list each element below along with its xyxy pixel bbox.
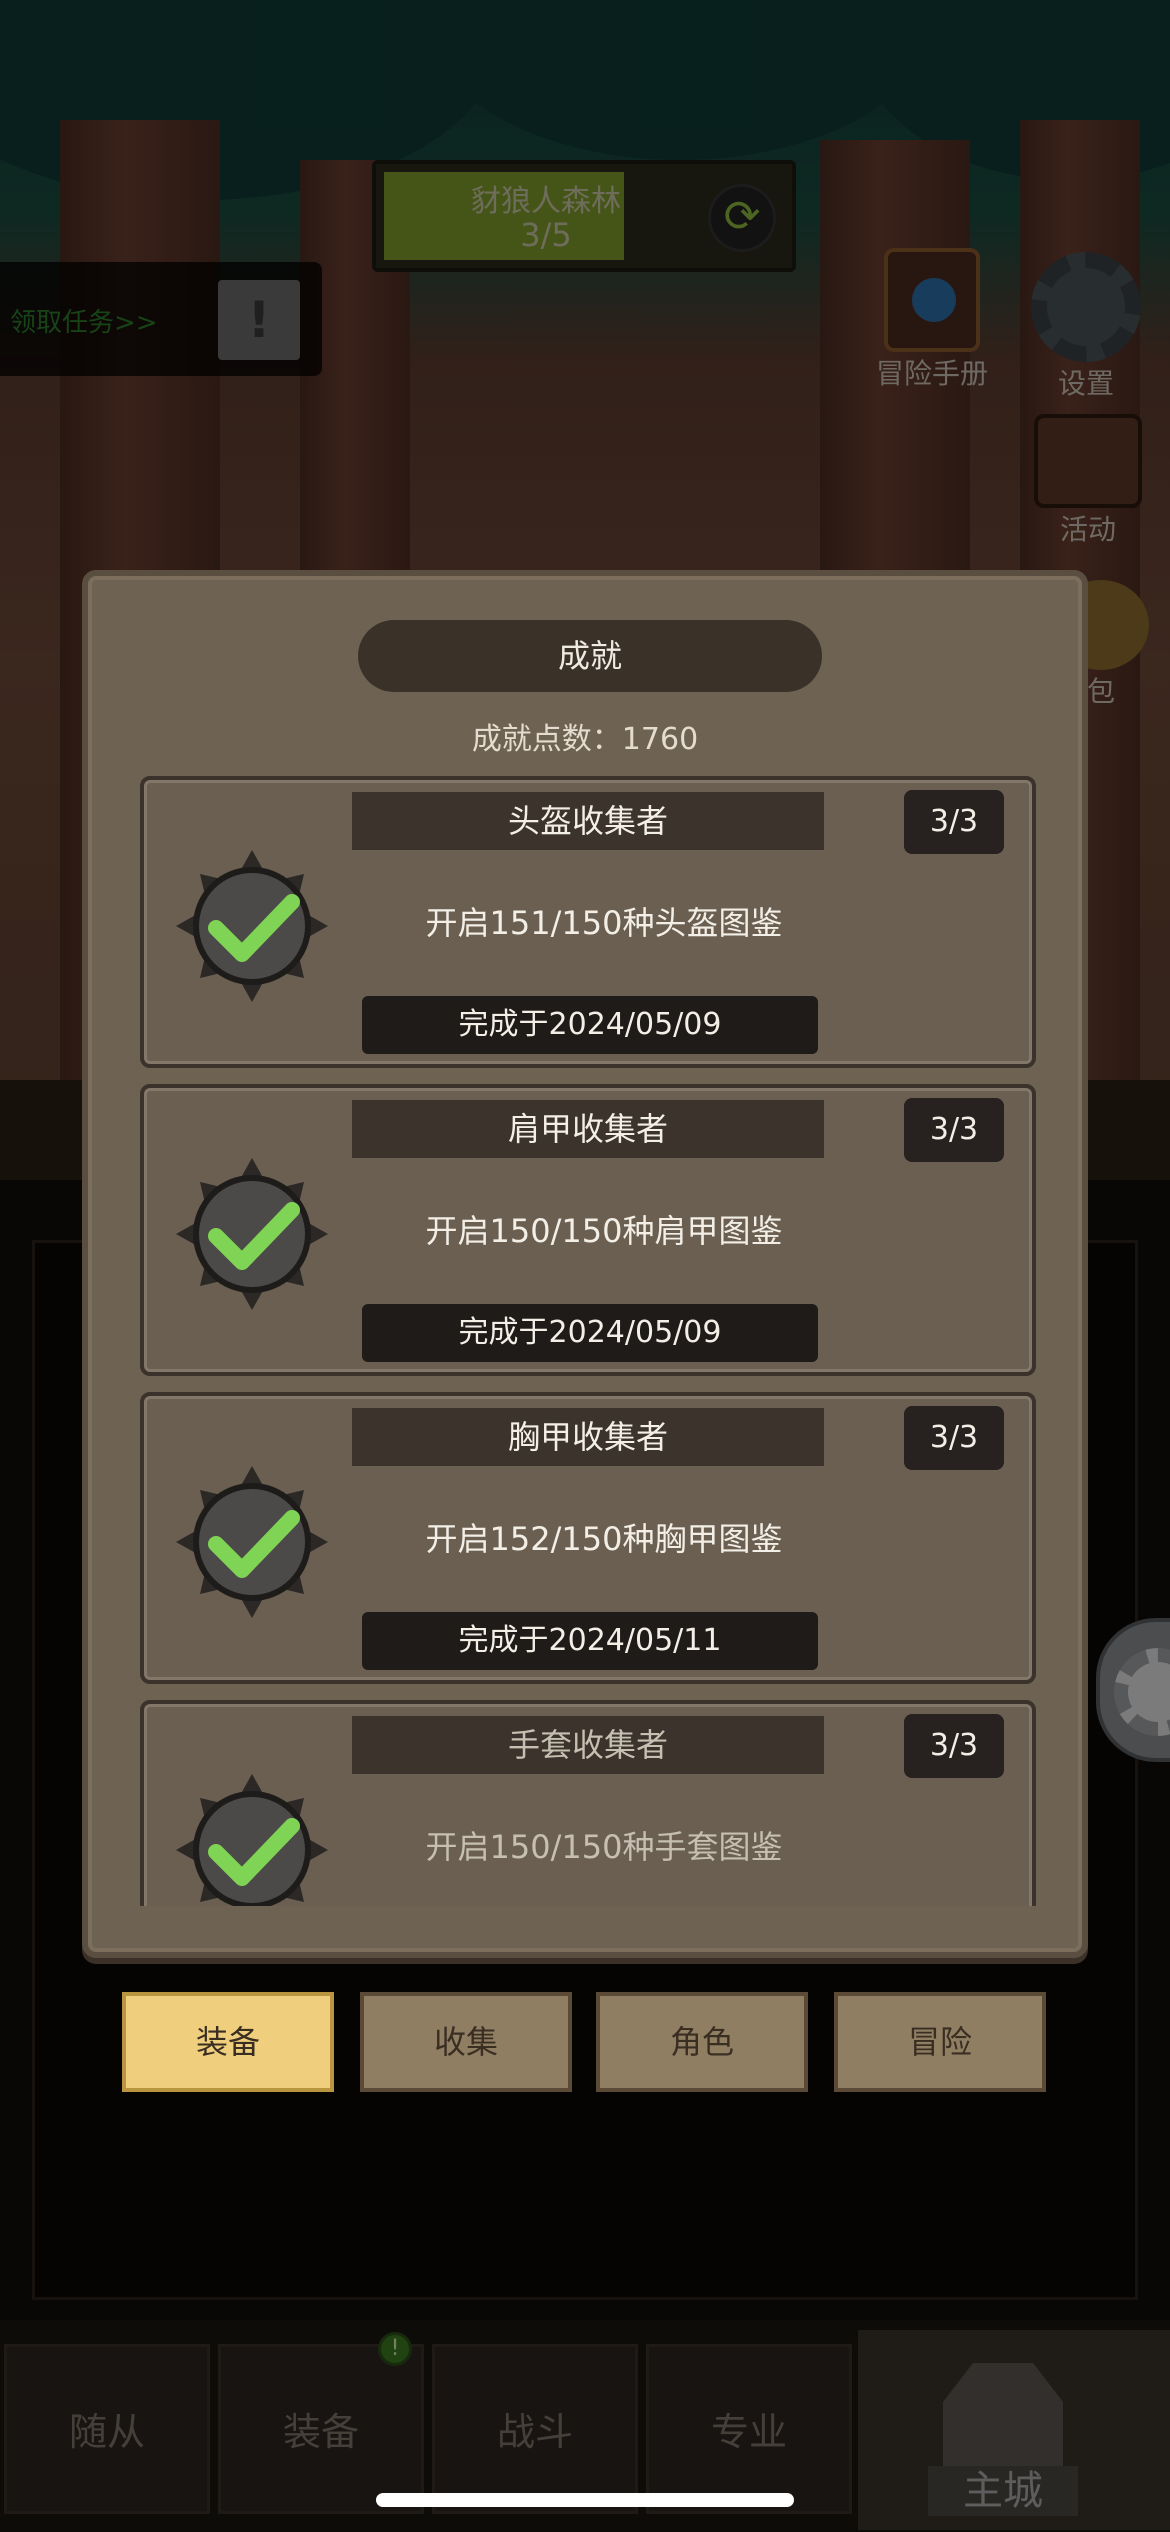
achievement-date: 完成于2024/05/09 (362, 1304, 818, 1362)
check-badge-icon (176, 1466, 328, 1618)
achievement-progress: 3/3 (904, 790, 1004, 854)
achievement-description: 开启150/150种肩甲图鉴 (425, 1212, 783, 1250)
achievement-card: 手套收集者 3/3 开启150/150种手套图鉴 (140, 1700, 1036, 1906)
achievement-description: 开启152/150种胸甲图鉴 (425, 1520, 783, 1558)
home-indicator[interactable] (376, 2493, 794, 2507)
achievement-name: 头盔收集者 (352, 792, 824, 850)
achievement-date: 完成于2024/05/11 (362, 1612, 818, 1670)
tab-adventure[interactable]: 冒险 (834, 1992, 1046, 2092)
achievement-description: 开启150/150种手套图鉴 (425, 1828, 783, 1866)
achievement-card: 头盔收集者 3/3 开启151/150种头盔图鉴 完成于2024/05/09 (140, 776, 1036, 1068)
achievement-name: 肩甲收集者 (352, 1100, 824, 1158)
achievement-progress: 3/3 (904, 1406, 1004, 1470)
panel-title: 成就 (358, 620, 822, 692)
achievement-description: 开启151/150种头盔图鉴 (425, 904, 783, 942)
achievement-card: 肩甲收集者 3/3 开启150/150种肩甲图鉴 完成于2024/05/09 (140, 1084, 1036, 1376)
achievement-points: 成就点数：1760 (471, 722, 699, 757)
achievement-name: 胸甲收集者 (352, 1408, 824, 1466)
tab-equipment[interactable]: 装备 (122, 1992, 334, 2092)
check-badge-icon (176, 850, 328, 1002)
achievement-list[interactable]: 头盔收集者 3/3 开启151/150种头盔图鉴 完成于2024/05/09 肩… (140, 776, 1036, 1906)
achievement-progress: 3/3 (904, 1714, 1004, 1778)
tab-collection[interactable]: 收集 (360, 1992, 572, 2092)
achievement-panel: 成就 成就点数：1760 头盔收集者 3/3 开启151/150种头盔图鉴 完成… (82, 570, 1088, 1958)
achievement-date: 完成于2024/05/09 (362, 996, 818, 1054)
check-badge-icon (176, 1158, 328, 1310)
tab-character[interactable]: 角色 (596, 1992, 808, 2092)
check-badge-icon (176, 1774, 328, 1906)
achievement-progress: 3/3 (904, 1098, 1004, 1162)
achievement-card: 胸甲收集者 3/3 开启152/150种胸甲图鉴 完成于2024/05/11 (140, 1392, 1036, 1684)
achievement-name: 手套收集者 (352, 1716, 824, 1774)
